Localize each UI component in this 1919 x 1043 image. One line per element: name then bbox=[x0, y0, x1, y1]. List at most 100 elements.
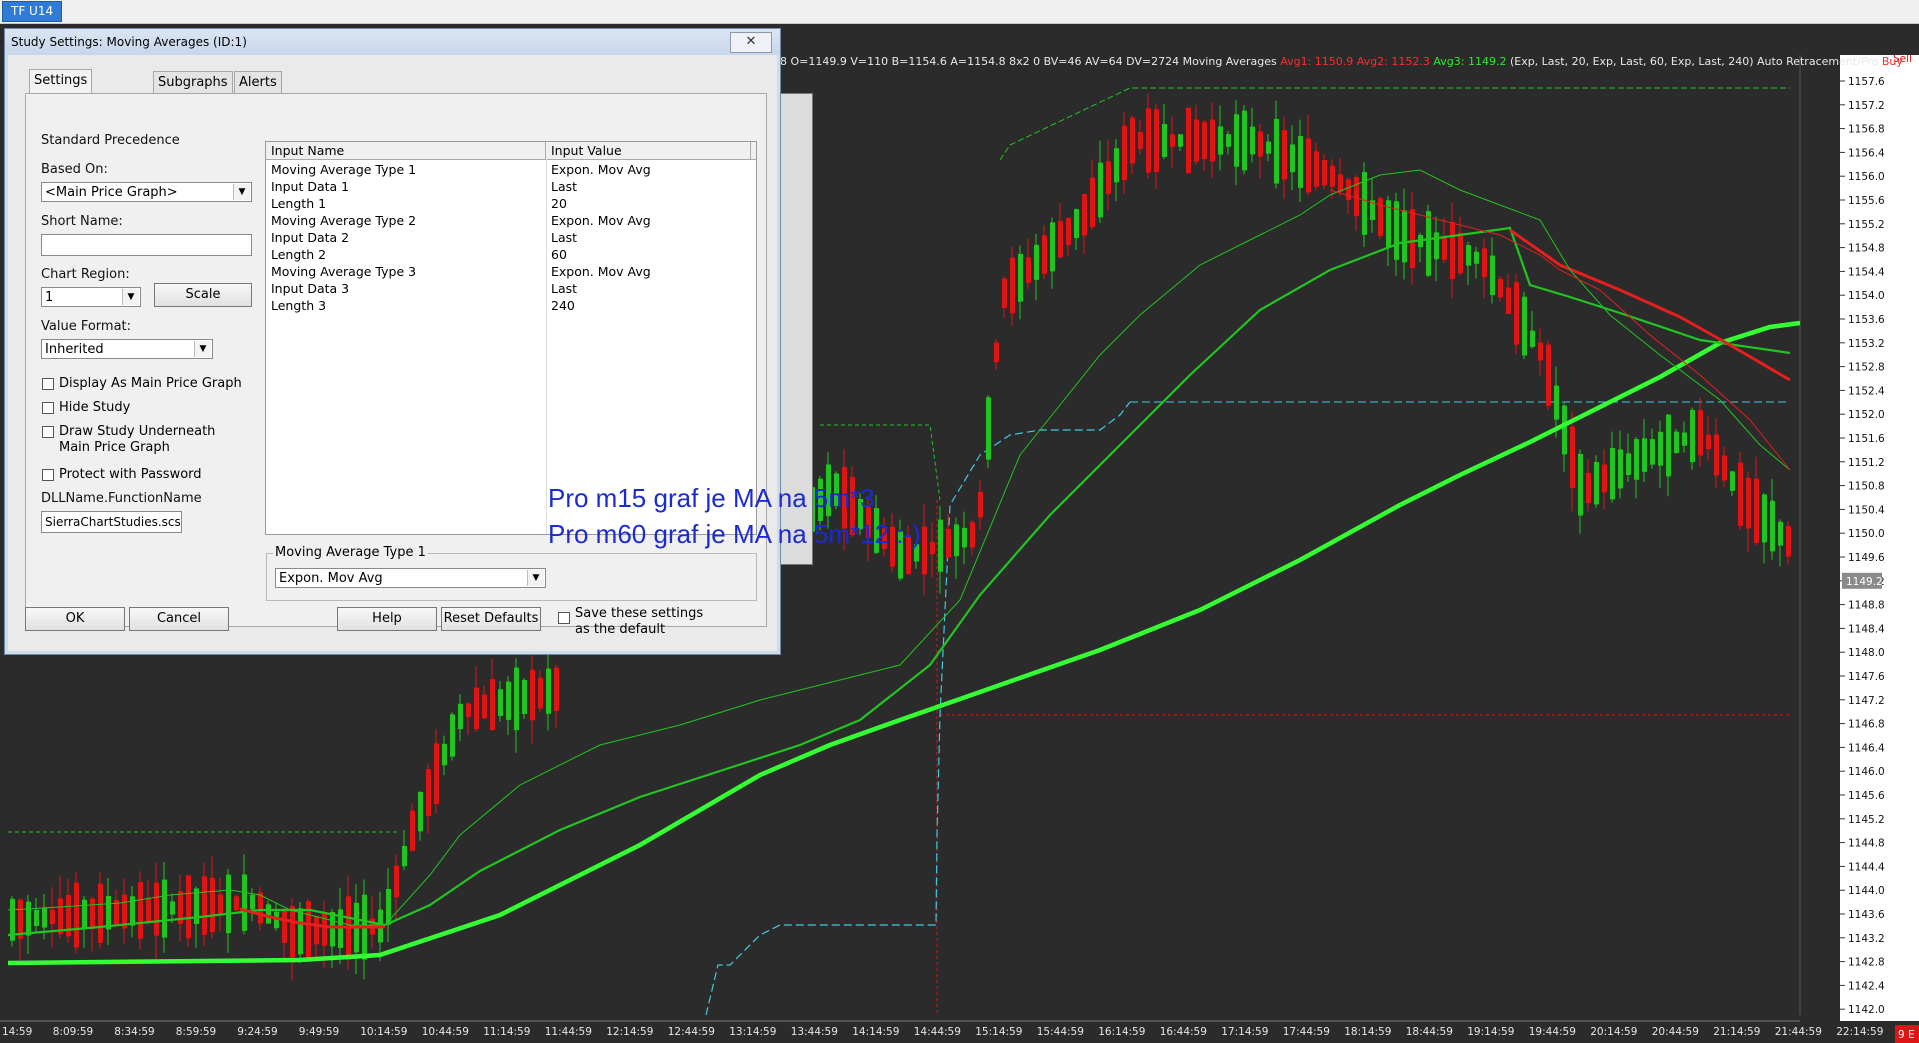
candle-body bbox=[490, 679, 495, 731]
checkbox-box[interactable] bbox=[42, 469, 54, 481]
candle-body bbox=[1202, 121, 1207, 160]
input-value-cell[interactable]: 20 bbox=[546, 195, 567, 212]
selected-input-label: Moving Average Type 1 bbox=[273, 545, 428, 560]
checkbox-box[interactable] bbox=[42, 378, 54, 390]
based-on-select[interactable]: <Main Price Graph> ▼ bbox=[41, 182, 252, 202]
candle-body bbox=[1146, 108, 1151, 173]
price-tick-label: 1154.8 bbox=[1848, 243, 1885, 255]
annotation-note: Pro m15 graf je MA na 5m*3 Pro m60 graf … bbox=[548, 480, 921, 552]
input-name-cell[interactable]: Moving Average Type 1 bbox=[266, 161, 416, 178]
input-value-cell[interactable]: Expon. Mov Avg bbox=[546, 263, 651, 280]
chart-tab[interactable]: TF U14 bbox=[2, 1, 63, 22]
candle-body bbox=[1186, 107, 1191, 174]
price-tick-label: 1156.0 bbox=[1848, 171, 1885, 183]
candle-body bbox=[330, 911, 335, 947]
dialog-title-bar[interactable]: Study Settings: Moving Averages (ID:1) ✕ bbox=[5, 29, 780, 55]
candle-body bbox=[522, 679, 527, 714]
input-name-cell[interactable]: Input Data 1 bbox=[266, 178, 349, 195]
based-on-label: Based On: bbox=[41, 162, 108, 177]
candle-body bbox=[1570, 426, 1575, 489]
scale-button[interactable]: Scale bbox=[154, 283, 252, 307]
candle-body bbox=[1746, 477, 1751, 529]
time-tick-label: 18:44:59 bbox=[1406, 1026, 1453, 1038]
short-name-field[interactable] bbox=[41, 234, 252, 256]
input-name-cell[interactable]: Length 2 bbox=[266, 246, 326, 263]
price-tick-label: 1156.4 bbox=[1848, 147, 1885, 159]
candle-body bbox=[1770, 500, 1775, 552]
column-header-input-value[interactable]: Input Value bbox=[546, 142, 751, 159]
close-icon[interactable]: ✕ bbox=[730, 32, 772, 53]
candle-body bbox=[1474, 251, 1479, 264]
price-tick-label: 1147.2 bbox=[1848, 695, 1885, 707]
selected-input-select[interactable]: Expon. Mov Avg ▼ bbox=[275, 568, 546, 588]
grid-row[interactable]: Length 2 60 bbox=[266, 246, 756, 263]
chevron-down-icon[interactable]: ▼ bbox=[527, 570, 544, 586]
time-tick-label: 11:44:59 bbox=[545, 1026, 592, 1038]
candle-body bbox=[994, 342, 999, 363]
price-tick-label: 1152.0 bbox=[1848, 409, 1885, 421]
cancel-button[interactable]: Cancel bbox=[129, 607, 229, 631]
input-value-cell[interactable]: Last bbox=[546, 178, 577, 195]
chevron-down-icon[interactable]: ▼ bbox=[233, 184, 250, 200]
price-tick-label: 1142.8 bbox=[1848, 957, 1885, 969]
grid-header: Input Name Input Value bbox=[266, 142, 756, 160]
candle-body bbox=[1074, 209, 1079, 239]
candle-body bbox=[1578, 453, 1583, 516]
input-value-cell[interactable]: Expon. Mov Avg bbox=[546, 212, 651, 229]
current-price-label: 1149.2 bbox=[1846, 576, 1883, 588]
candle-body bbox=[58, 898, 63, 935]
checkbox-box[interactable] bbox=[558, 612, 570, 624]
grid-row[interactable]: Length 3 240 bbox=[266, 297, 756, 314]
grid-row[interactable]: Length 1 20 bbox=[266, 195, 756, 212]
short-name-label: Short Name: bbox=[41, 214, 123, 229]
candle-body bbox=[1234, 114, 1239, 167]
candle-body bbox=[210, 877, 215, 933]
input-name-cell[interactable]: Moving Average Type 2 bbox=[266, 212, 416, 229]
value-format-value: Inherited bbox=[45, 342, 104, 357]
column-header-input-name[interactable]: Input Name bbox=[266, 142, 546, 159]
candle-body bbox=[922, 526, 927, 575]
time-tick-label: 10:14:59 bbox=[360, 1026, 407, 1038]
checkbox-box[interactable] bbox=[42, 402, 54, 414]
time-tick-label: 16:14:59 bbox=[1098, 1026, 1145, 1038]
time-tick-label: 17:44:59 bbox=[1283, 1026, 1330, 1038]
input-value-cell[interactable]: Last bbox=[546, 229, 577, 246]
input-name-cell[interactable]: Length 3 bbox=[266, 297, 326, 314]
input-name-cell[interactable]: Moving Average Type 3 bbox=[266, 263, 416, 280]
input-value-cell[interactable]: 240 bbox=[546, 297, 575, 314]
chevron-down-icon[interactable]: ▼ bbox=[194, 341, 211, 357]
candle-body bbox=[466, 703, 471, 717]
price-tick-label: 1147.6 bbox=[1848, 671, 1885, 683]
value-format-select[interactable]: Inherited ▼ bbox=[41, 339, 213, 359]
tab-alerts[interactable]: Alerts bbox=[234, 71, 282, 94]
input-value-cell[interactable]: Last bbox=[546, 280, 577, 297]
tab-subgraphs[interactable]: Subgraphs bbox=[153, 71, 233, 94]
candle-body bbox=[986, 397, 991, 460]
ok-button[interactable]: OK bbox=[25, 607, 125, 631]
grid-row[interactable]: Input Data 3 Last bbox=[266, 280, 756, 297]
time-tick-label: 8:09:59 bbox=[53, 1026, 93, 1038]
inputs-grid[interactable]: Input Name Input Value Moving Average Ty… bbox=[265, 141, 921, 549]
tab-settings-and-inputs[interactable]: Settings and Inputs bbox=[29, 69, 93, 132]
candle-body bbox=[1338, 174, 1343, 192]
input-value-cell[interactable]: 60 bbox=[546, 246, 567, 263]
input-value-cell[interactable]: Expon. Mov Avg bbox=[546, 161, 651, 178]
chart-region-select[interactable]: 1 ▼ bbox=[41, 287, 141, 307]
grid-row[interactable]: Moving Average Type 1 Expon. Mov Avg bbox=[266, 161, 756, 178]
dll-name-field[interactable]: SierraChartStudies.scs bbox=[41, 511, 182, 533]
candle-body bbox=[474, 687, 479, 730]
grid-row[interactable]: Moving Average Type 3 Expon. Mov Avg bbox=[266, 263, 756, 280]
time-tick-label: 17:14:59 bbox=[1221, 1026, 1268, 1038]
grid-row[interactable]: Input Data 2 Last bbox=[266, 229, 756, 246]
input-name-cell[interactable]: Length 1 bbox=[266, 195, 326, 212]
chevron-down-icon[interactable]: ▼ bbox=[122, 289, 139, 305]
candle-body bbox=[1482, 248, 1487, 277]
reset-defaults-button[interactable]: Reset Defaults bbox=[441, 607, 541, 631]
grid-row[interactable]: Input Data 1 Last bbox=[266, 178, 756, 195]
input-name-cell[interactable]: Input Data 2 bbox=[266, 229, 349, 246]
help-button[interactable]: Help bbox=[337, 607, 437, 631]
input-name-cell[interactable]: Input Data 3 bbox=[266, 280, 349, 297]
price-tick-label: 1142.4 bbox=[1848, 980, 1885, 992]
grid-row[interactable]: Moving Average Type 2 Expon. Mov Avg bbox=[266, 212, 756, 229]
checkbox-box[interactable] bbox=[42, 426, 54, 438]
